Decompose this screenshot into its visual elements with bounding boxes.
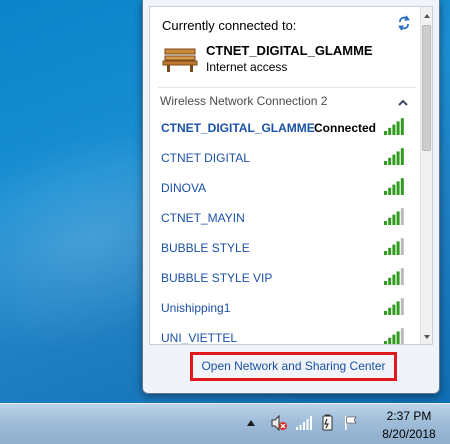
signal-strength-icon xyxy=(384,148,404,165)
connected-heading: Currently connected to: xyxy=(162,18,297,33)
network-item[interactable]: CTNET_MAYIN xyxy=(150,204,420,234)
refresh-icon[interactable] xyxy=(396,15,412,31)
network-item[interactable]: DINOVA xyxy=(150,174,420,204)
network-name: Unishipping1 xyxy=(161,301,231,315)
network-name: CTNET_DIGITAL_GLAMME xyxy=(161,121,315,135)
taskbar: 2:37 PM 8/20/2018 xyxy=(0,403,450,444)
network-name: BUBBLE STYLE xyxy=(161,241,250,255)
network-flyout: Currently connected to: CTNET_DIGITAL_GL… xyxy=(142,0,440,394)
network-name: DINOVA xyxy=(161,181,207,195)
bench-icon xyxy=(162,48,198,72)
signal-strength-icon xyxy=(384,118,404,135)
scrollbar[interactable] xyxy=(420,7,432,344)
network-item[interactable]: BUBBLE STYLE VIP xyxy=(150,264,420,294)
network-state: Connected xyxy=(314,121,377,135)
power-battery-icon[interactable] xyxy=(318,414,336,432)
highlight-box: Open Network and Sharing Center xyxy=(190,352,397,381)
network-name: UNI_VIETTEL xyxy=(161,331,238,345)
action-center-flag-icon[interactable] xyxy=(342,414,360,432)
current-network-status: Internet access xyxy=(206,60,288,74)
speaker-muted-icon[interactable] xyxy=(270,414,288,432)
network-item[interactable]: CTNET DIGITAL xyxy=(150,144,420,174)
signal-strength-icon xyxy=(384,328,404,344)
network-name: BUBBLE STYLE VIP xyxy=(161,271,273,285)
connected-section: Currently connected to: CTNET_DIGITAL_GL… xyxy=(150,7,420,87)
wifi-signal-icon[interactable] xyxy=(295,414,313,432)
scroll-up-arrow-icon[interactable] xyxy=(423,12,431,20)
network-name: CTNET_MAYIN xyxy=(161,211,245,225)
network-item[interactable]: Unishipping1 xyxy=(150,294,420,324)
signal-strength-icon xyxy=(384,268,404,285)
network-item[interactable]: CTNET_DIGITAL_GLAMME Connected xyxy=(150,114,420,144)
network-panel: Currently connected to: CTNET_DIGITAL_GL… xyxy=(149,6,433,345)
clock-time[interactable]: 2:37 PM xyxy=(376,409,442,423)
signal-strength-icon xyxy=(384,238,404,255)
signal-strength-icon xyxy=(384,208,404,225)
chevron-up-icon[interactable] xyxy=(398,99,408,107)
group-header: Wireless Network Connection 2 xyxy=(160,94,328,108)
network-list: CTNET_DIGITAL_GLAMME Connected CTNET DIGIT… xyxy=(150,114,420,345)
current-network-name: CTNET_DIGITAL_GLAMME xyxy=(206,43,373,58)
scroll-down-arrow-icon[interactable] xyxy=(423,333,431,341)
network-name: CTNET DIGITAL xyxy=(161,151,250,165)
network-item[interactable]: UNI_VIETTEL xyxy=(150,324,420,345)
network-item[interactable]: BUBBLE STYLE xyxy=(150,234,420,264)
clock-date[interactable]: 8/20/2018 xyxy=(376,427,442,441)
signal-strength-icon xyxy=(384,298,404,315)
show-hidden-icons-arrow-icon[interactable] xyxy=(247,420,255,426)
open-network-sharing-center-link[interactable]: Open Network and Sharing Center xyxy=(193,355,394,378)
scroll-thumb[interactable] xyxy=(422,25,431,151)
signal-strength-icon xyxy=(384,178,404,195)
section-divider xyxy=(158,87,416,88)
